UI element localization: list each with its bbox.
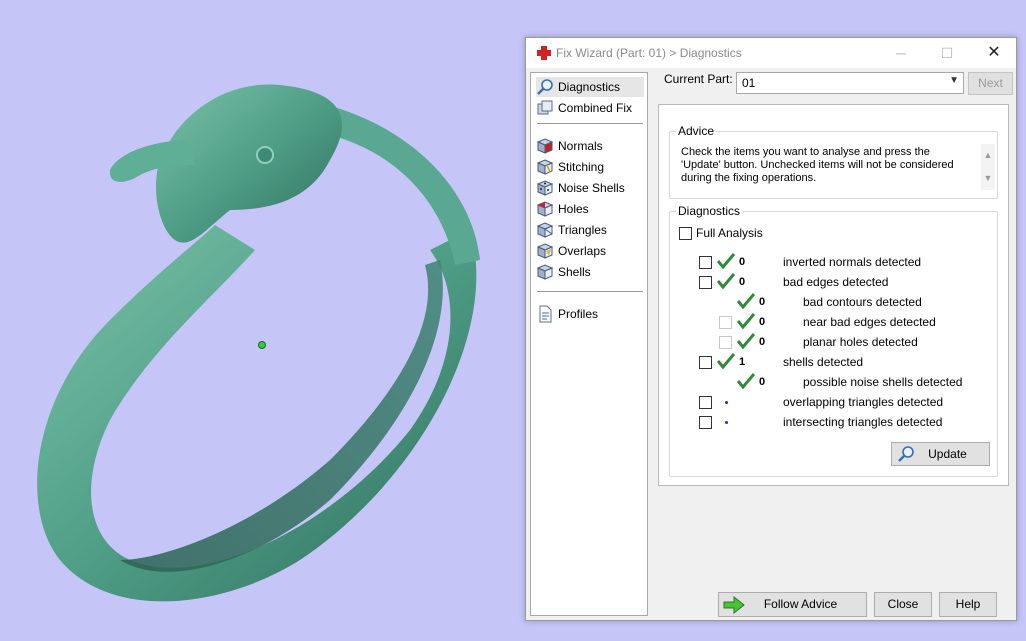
current-part-select[interactable]: 01 ▼ — [736, 72, 964, 94]
diagnostics-group: Diagnostics Full Analysis 0 inverted nor… — [669, 204, 998, 477]
3d-viewport[interactable] — [0, 0, 525, 641]
minimize-button[interactable]: ─ — [878, 38, 924, 68]
nav-separator — [537, 123, 643, 124]
update-label: Update — [928, 447, 967, 461]
nav-item-shells[interactable]: Shells — [536, 262, 644, 282]
intersecting-triangles-checkbox[interactable] — [699, 416, 712, 429]
noise-shells-cube-icon — [536, 180, 554, 196]
fix-wizard-dialog: Fix Wizard (Part: 01) > Diagnostics ─ ☐ … — [525, 37, 1017, 621]
nav-item-diagnostics[interactable]: Diagnostics — [536, 77, 644, 97]
wizard-nav: Diagnostics Combined Fix Normals Stitchi… — [530, 72, 648, 616]
snake-ring-model[interactable] — [0, 0, 525, 641]
shells-cube-icon — [536, 264, 554, 280]
holes-cube-icon — [536, 201, 554, 217]
bad-contours-label: bad contours detected — [803, 295, 922, 309]
near-bad-edges-label: near bad edges detected — [803, 315, 936, 329]
check-mark-icon — [717, 253, 735, 270]
nav-item-profiles[interactable]: Profiles — [536, 304, 644, 324]
magnifier-icon — [898, 446, 914, 462]
maximize-button[interactable]: ☐ — [924, 38, 970, 68]
full-analysis-checkbox[interactable] — [679, 227, 692, 240]
next-button[interactable]: Next — [968, 72, 1013, 95]
shells-checkbox[interactable] — [699, 356, 712, 369]
scroll-up-icon[interactable]: ▲ — [981, 144, 995, 167]
nav-item-combined-fix[interactable]: Combined Fix — [536, 98, 644, 118]
scroll-down-icon[interactable]: ▼ — [981, 167, 995, 190]
planar-holes-count: 0 — [759, 336, 766, 348]
intersecting-triangles-label: intersecting triangles detected — [783, 415, 943, 429]
document-icon — [539, 305, 552, 323]
near-bad-edges-checkbox[interactable] — [719, 316, 732, 329]
nav-separator — [537, 291, 643, 292]
overlapping-triangles-checkbox[interactable] — [699, 396, 712, 409]
current-part-label: Current Part: — [664, 72, 733, 86]
noise-shells-label: possible noise shells detected — [803, 375, 963, 389]
check-mark-icon — [737, 293, 755, 310]
check-mark-icon — [717, 273, 735, 290]
nav-item-noise-shells[interactable]: Noise Shells — [536, 178, 644, 198]
bad-edges-count: 0 — [739, 276, 746, 288]
full-analysis-label: Full Analysis — [696, 226, 763, 240]
stitching-cube-icon — [536, 159, 554, 175]
normals-cube-icon — [536, 138, 554, 154]
shells-count: 1 — [739, 356, 746, 368]
diagnostics-panel: Advice Check the items you want to analy… — [658, 104, 1009, 486]
red-cross-app-icon — [537, 46, 551, 60]
check-mark-icon — [737, 373, 755, 390]
advice-text: Check the items you want to analyse and … — [681, 146, 954, 184]
inverted-normals-checkbox[interactable] — [699, 256, 712, 269]
advice-legend: Advice — [676, 124, 717, 138]
rotation-center-marker — [258, 341, 266, 349]
green-arrow-icon — [723, 596, 745, 614]
bad-edges-label: bad edges detected — [783, 275, 889, 289]
magnifier-icon — [537, 79, 553, 95]
bad-edges-checkbox[interactable] — [699, 276, 712, 289]
check-mark-icon — [737, 333, 755, 350]
inverted-normals-label: inverted normals detected — [783, 255, 922, 269]
title-bar[interactable]: Fix Wizard (Part: 01) > Diagnostics ─ ☐ … — [526, 38, 1016, 68]
nav-item-normals[interactable]: Normals — [536, 136, 644, 156]
triangles-cube-icon — [536, 222, 554, 238]
follow-advice-button[interactable]: Follow Advice — [718, 592, 867, 617]
help-button[interactable]: Help — [939, 592, 997, 617]
close-window-button[interactable]: ✕ — [971, 38, 1017, 68]
advice-scrollbar[interactable]: ▲ ▼ — [981, 144, 995, 190]
nav-item-holes[interactable]: Holes — [536, 199, 644, 219]
check-mark-icon — [737, 313, 755, 330]
nav-item-triangles[interactable]: Triangles — [536, 220, 644, 240]
nav-item-overlaps[interactable]: Overlaps — [536, 241, 644, 261]
noise-shells-count: 0 — [759, 376, 766, 388]
window-title: Fix Wizard (Part: 01) > Diagnostics — [556, 46, 742, 60]
inverted-normals-count: 0 — [739, 256, 746, 268]
advice-group: Advice Check the items you want to analy… — [669, 124, 998, 199]
pending-dot-icon — [725, 401, 728, 404]
current-part-value: 01 — [742, 76, 756, 90]
overlaps-cube-icon — [536, 243, 554, 259]
check-mark-icon — [717, 353, 735, 370]
follow-advice-label: Follow Advice — [763, 597, 838, 611]
close-button[interactable]: Close — [874, 592, 932, 617]
overlapping-triangles-label: overlapping triangles detected — [783, 395, 944, 409]
near-bad-edges-count: 0 — [759, 316, 766, 328]
diagnostics-legend: Diagnostics — [676, 204, 743, 218]
planar-holes-checkbox[interactable] — [719, 336, 732, 349]
nav-item-stitching[interactable]: Stitching — [536, 157, 644, 177]
pending-dot-icon — [725, 421, 728, 424]
update-button[interactable]: Update — [891, 442, 990, 466]
combined-fix-icon — [537, 100, 553, 115]
chevron-down-icon: ▼ — [949, 75, 959, 86]
planar-holes-label: planar holes detected — [803, 335, 918, 349]
shells-label: shells detected — [783, 355, 864, 369]
bad-contours-count: 0 — [759, 296, 766, 308]
